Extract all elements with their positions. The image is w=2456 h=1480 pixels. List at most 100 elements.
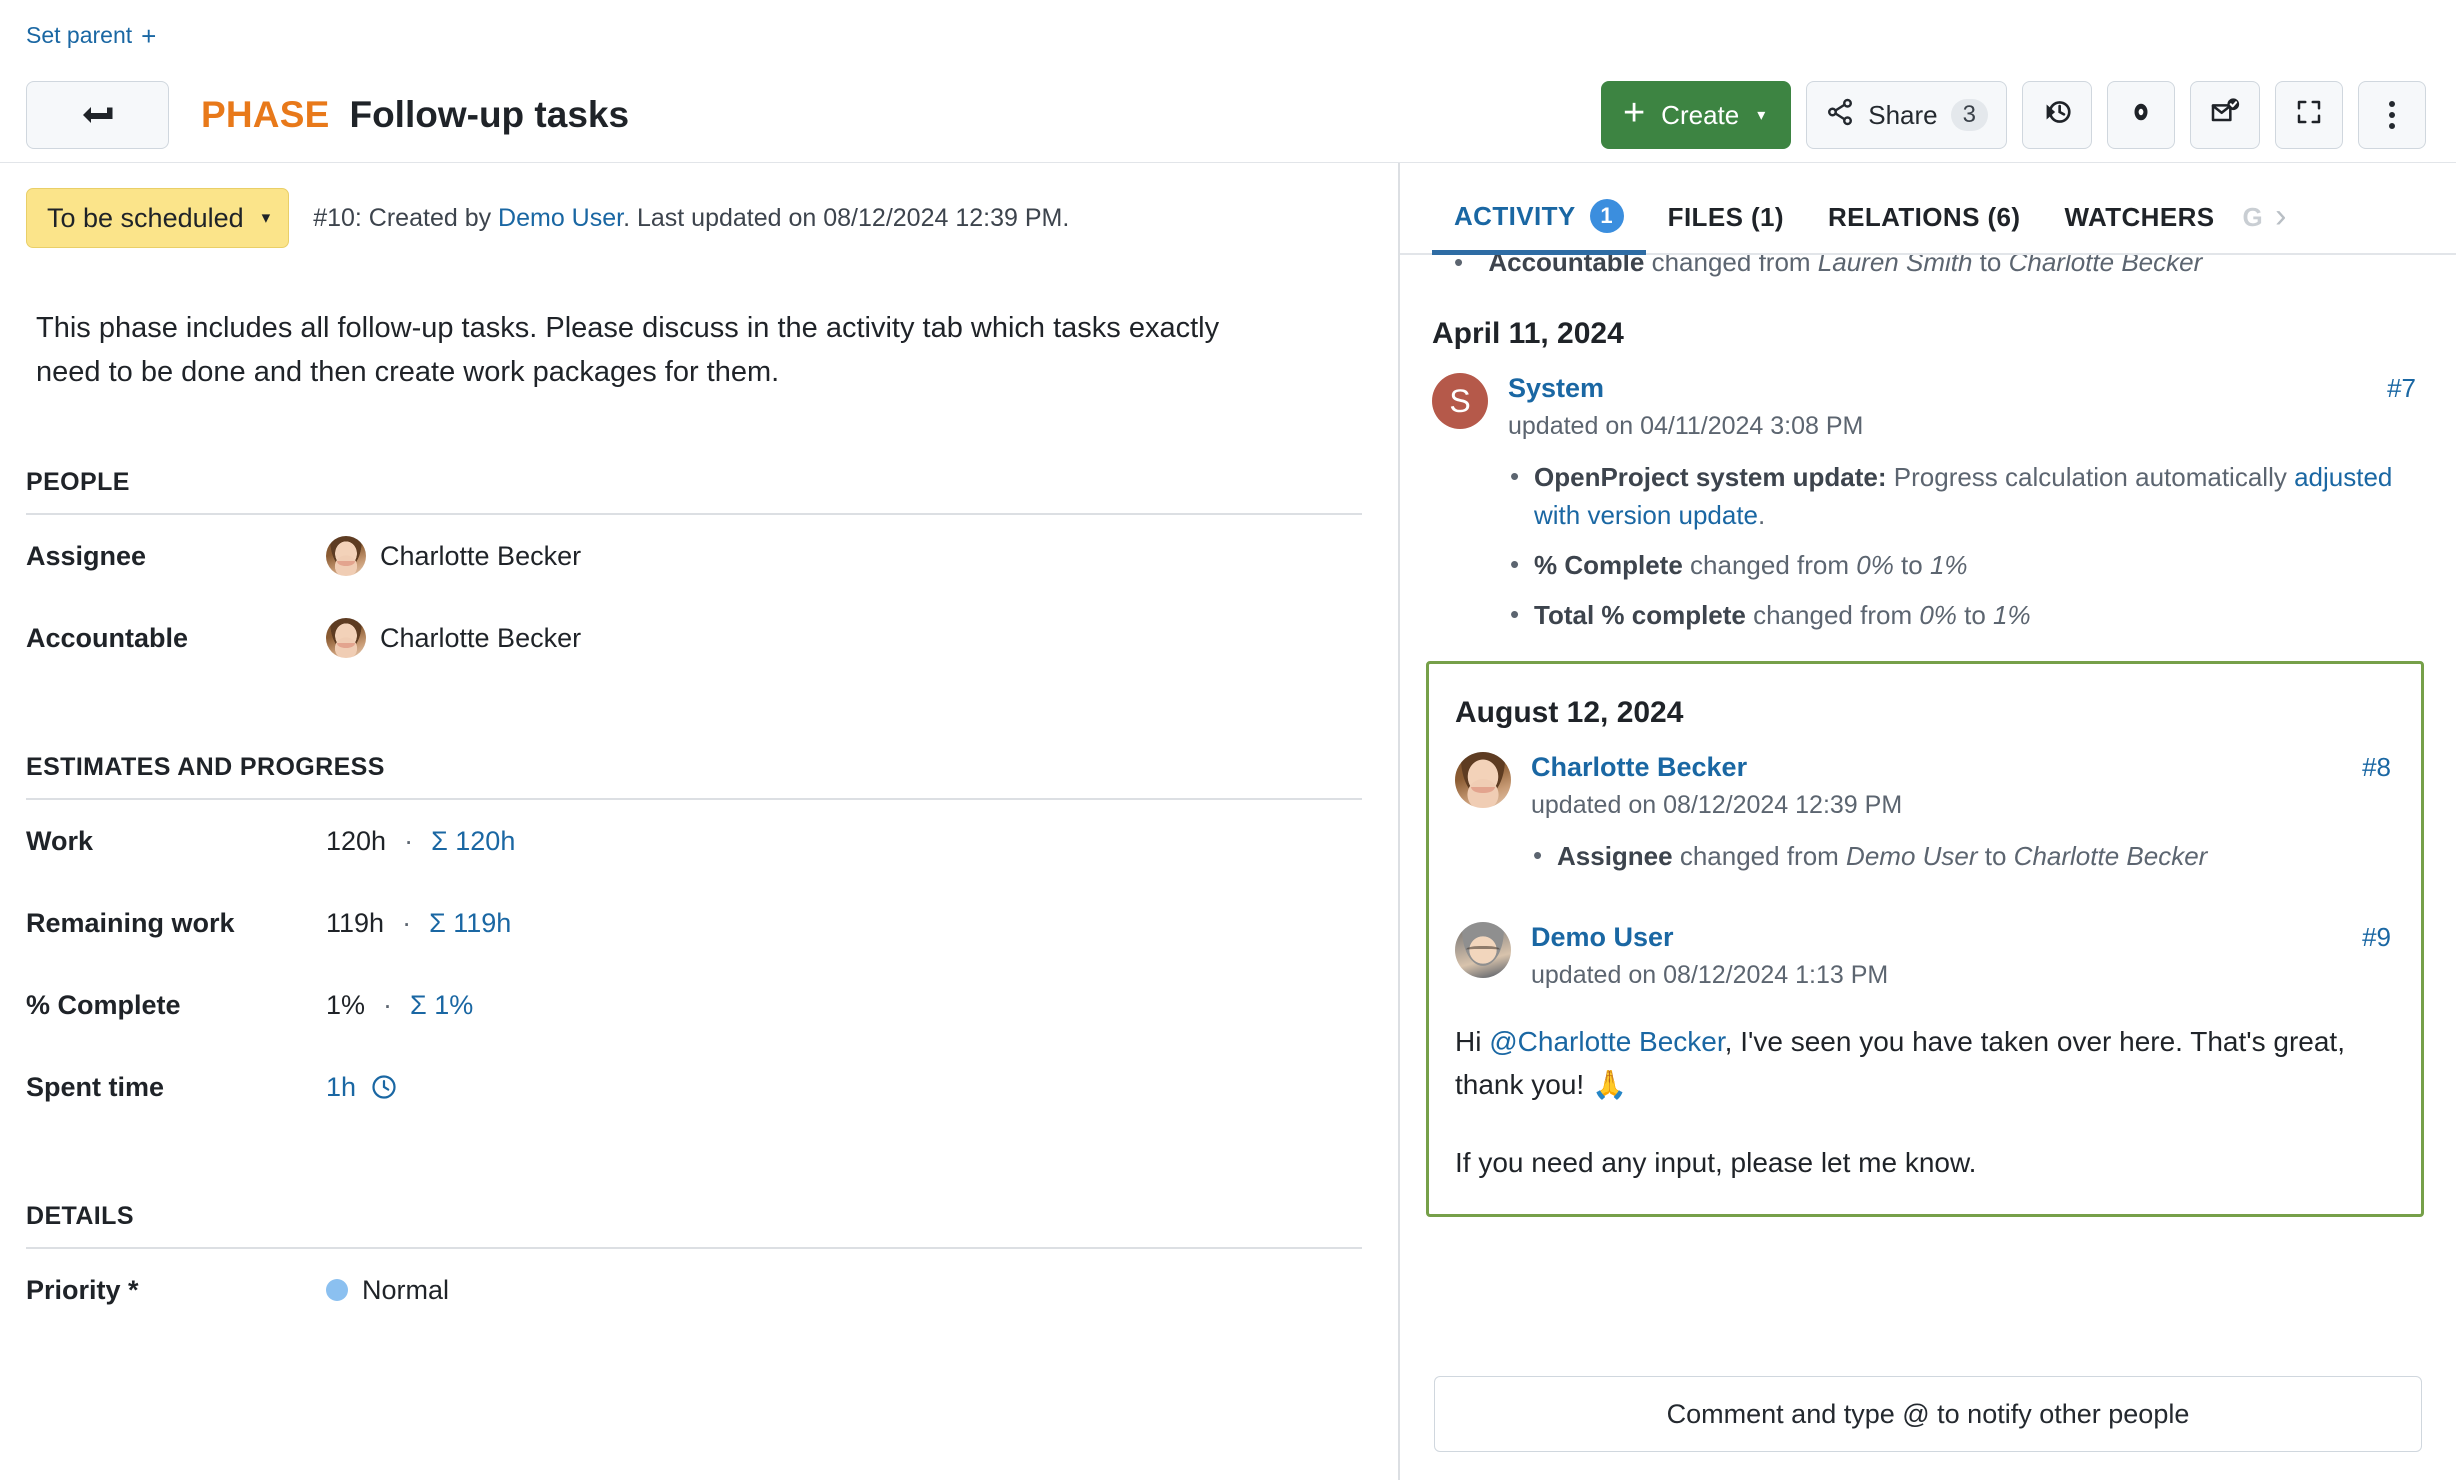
comment-line1-before: Hi	[1455, 1025, 1490, 1057]
meta-author-link[interactable]: Demo User	[498, 204, 623, 232]
field-remaining-work[interactable]: Remaining work 119h · Σ 119h	[26, 882, 1362, 964]
back-button[interactable]	[26, 81, 169, 149]
share-button-label: Share	[1868, 99, 1938, 130]
set-parent-button[interactable]: Set parent +	[26, 22, 156, 49]
activity-date-heading: April 11, 2024	[1432, 317, 1624, 350]
list-item: Assignee changed from Demo User to Charl…	[1529, 837, 2391, 876]
spent-time-link[interactable]: 1h	[326, 1072, 356, 1103]
change-text: changed from	[1745, 599, 1920, 630]
change-tail: .	[1758, 499, 1766, 530]
description-text[interactable]: This phase includes all follow-up tasks.…	[0, 248, 1360, 394]
user-mention[interactable]: @Charlotte Becker	[1489, 1026, 1724, 1057]
work-total-value[interactable]: Σ 120h	[431, 826, 515, 857]
create-button[interactable]: + Create ▾	[1600, 81, 1792, 149]
tab-activity[interactable]: ACTIVITY 1	[1432, 199, 1646, 255]
mark-notification-read-button[interactable]	[2190, 81, 2260, 149]
list-item: OpenProject system update: Progress calc…	[1506, 458, 2416, 535]
field-percent-complete[interactable]: % Complete 1% · Σ 1%	[26, 964, 1362, 1046]
fullscreen-button[interactable]	[2275, 81, 2343, 149]
work-value: 120h	[326, 825, 387, 856]
clipped-new-value: Charlotte Becker	[2008, 255, 2203, 277]
activity-timestamp: updated on 04/11/2024 3:08 PM	[1508, 412, 1864, 440]
time-tracking-icon	[2041, 96, 2073, 135]
activity-author[interactable]: System	[1508, 373, 2351, 404]
work-package-detail-page: Set parent + PHASE Follow-up tasks + Cre…	[0, 0, 2456, 1480]
toolbar: + Create ▾ Share 3	[1600, 81, 2426, 149]
field-accountable[interactable]: Accountable Charlotte Becker	[26, 597, 1362, 679]
activity-entry-header: Demo User updated on 08/12/2024 1:13 PM …	[1455, 921, 2391, 990]
time-tracking-button[interactable]	[2022, 81, 2092, 149]
priority-dot-icon	[326, 1279, 348, 1302]
change-text-mid: to	[1977, 840, 2014, 871]
change-old-value: 0%	[1919, 599, 1957, 630]
chevron-right-icon[interactable]: ›	[2275, 199, 2286, 253]
section-title: PEOPLE	[26, 468, 130, 497]
tab-label: G	[2242, 202, 2264, 232]
share-icon	[1825, 97, 1855, 134]
section-title: DETAILS	[26, 1202, 134, 1231]
activity-date-heading: August 12, 2024	[1455, 695, 1684, 729]
change-old-value: Demo User	[1846, 840, 1978, 871]
tab-files[interactable]: FILES (1)	[1646, 202, 1806, 253]
comment-input[interactable]: Comment and type @ to notify other peopl…	[1434, 1376, 2422, 1452]
more-menu-button[interactable]	[2358, 81, 2426, 149]
activity-entry-header: Charlotte Becker updated on 08/12/2024 1…	[1455, 751, 2391, 820]
tab-label: FILES (1)	[1667, 202, 1784, 232]
field-label: Remaining work	[26, 907, 235, 938]
percent-complete-total-value[interactable]: Σ 1%	[410, 990, 473, 1021]
remaining-work-value: 119h	[326, 907, 385, 938]
change-new-value: Charlotte Becker	[2013, 840, 2208, 871]
change-text-mid: to	[1956, 599, 1994, 630]
field-value: 120h · Σ 120h	[326, 826, 515, 857]
field-work[interactable]: Work 120h · Σ 120h	[26, 800, 1362, 882]
avatar	[326, 536, 366, 577]
tab-badge: 1	[1589, 199, 1624, 233]
watch-button[interactable]	[2107, 81, 2175, 149]
comment-paragraph: Hi @Charlotte Becker, I've seen you have…	[1455, 1020, 2391, 1107]
field-label: Work	[26, 825, 94, 856]
activity-author[interactable]: Demo User	[1531, 922, 2326, 953]
remaining-work-total-value[interactable]: Σ 119h	[429, 908, 511, 939]
avatar	[1455, 751, 1511, 808]
change-text: changed from	[1682, 549, 1857, 580]
work-package-type: PHASE	[201, 94, 330, 135]
status-row: To be scheduled ▾ #10: Created by Demo U…	[0, 163, 1398, 248]
field-label: Priority *	[26, 1274, 139, 1305]
activity-group-august-highlighted: August 12, 2024 Charlotte Becker updated…	[1426, 660, 2424, 1217]
status-badge[interactable]: To be scheduled ▾	[26, 188, 290, 248]
activity-reference[interactable]: #9	[2362, 922, 2391, 953]
list-item: % Complete changed from 0% to 1%	[1506, 546, 2416, 585]
field-label: Accountable	[26, 622, 189, 653]
field-value: 1h	[326, 1072, 398, 1103]
body-split: To be scheduled ▾ #10: Created by Demo U…	[0, 162, 2456, 1480]
set-parent-label: Set parent	[26, 22, 133, 48]
activity-entry-body: OpenProject system update: Progress calc…	[1506, 458, 2416, 635]
tab-partially-hidden[interactable]: G	[2236, 202, 2269, 253]
activity-author[interactable]: Charlotte Becker	[1531, 752, 2326, 783]
activity-reference[interactable]: #7	[2387, 373, 2416, 404]
tab-watchers[interactable]: WATCHERS	[2042, 202, 2236, 253]
field-value: 119h · Σ 119h	[326, 908, 511, 939]
page-title: Follow-up tasks	[349, 94, 630, 135]
back-arrow-icon	[81, 104, 115, 126]
share-button[interactable]: Share 3	[1806, 81, 2007, 149]
change-old-value: 0%	[1856, 549, 1894, 580]
accountable-name: Charlotte Becker	[380, 622, 582, 653]
separator: ·	[404, 825, 414, 856]
field-spent-time[interactable]: Spent time 1h	[26, 1046, 1362, 1128]
change-text-mid: to	[1893, 549, 1930, 580]
change-new-value: 1%	[1993, 599, 2031, 630]
tab-relations[interactable]: RELATIONS (6)	[1806, 202, 2043, 253]
field-priority[interactable]: Priority * Normal	[26, 1249, 1362, 1331]
field-value: Charlotte Becker	[326, 536, 581, 577]
comment-paragraph: If you need any input, please let me kno…	[1455, 1146, 1977, 1178]
title-bar: PHASE Follow-up tasks + Create ▾ Share 3	[0, 60, 2456, 162]
activity-reference[interactable]: #8	[2362, 752, 2391, 783]
change-text: Progress calculation automatically	[1886, 462, 2295, 492]
field-assignee[interactable]: Assignee Charlotte Becker	[26, 515, 1362, 597]
activity-entry-meta: Charlotte Becker updated on 08/12/2024 1…	[1531, 752, 2326, 820]
activity-list[interactable]: • Accountable changed from Lauren Smith …	[1400, 255, 2456, 1350]
clock-icon[interactable]	[370, 1073, 398, 1101]
share-count-badge: 3	[1950, 99, 1988, 131]
clipped-old-value: Lauren Smith	[1817, 255, 1973, 277]
